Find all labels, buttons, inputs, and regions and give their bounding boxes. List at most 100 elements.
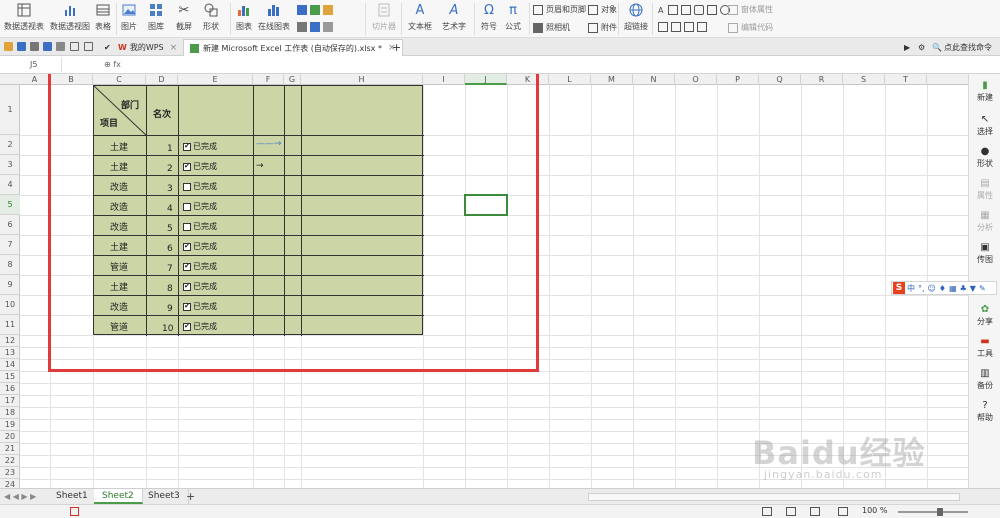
emoji-icon[interactable]: ☺ (928, 284, 936, 293)
row-header[interactable]: 2 (0, 135, 20, 155)
sidebar-item-share[interactable]: ✿ 分享 (969, 304, 1000, 327)
row-header[interactable]: 12 (0, 335, 20, 347)
print-icon[interactable] (30, 42, 39, 51)
column-header[interactable]: A (20, 74, 50, 85)
camera-button[interactable]: 照相机 (533, 22, 570, 33)
print-preview-icon[interactable] (43, 42, 52, 51)
open-icon[interactable] (4, 42, 13, 51)
shapes-button[interactable]: 形状 (203, 2, 219, 32)
macro-record-icon[interactable] (70, 507, 79, 516)
ime-lang-toggle[interactable]: 中 (907, 283, 915, 294)
sidebar-item-select[interactable]: ↖ 选择 (969, 114, 1000, 137)
row-header[interactable]: 21 (0, 443, 20, 455)
page-break-icon[interactable] (810, 507, 820, 516)
column-header[interactable]: T (885, 74, 927, 85)
sidebar-item-analyze[interactable]: ▦ 分析 (969, 210, 1000, 233)
row-header[interactable]: 5 (0, 195, 20, 215)
row-header[interactable]: 24 (0, 479, 20, 488)
form-controls-group[interactable]: A (658, 5, 733, 15)
sidebar-item-backup[interactable]: ▥ 备份 (969, 368, 1000, 391)
undo-icon[interactable] (70, 42, 79, 51)
sidebar-item-tools[interactable]: ▬ 工具 (969, 336, 1000, 359)
row-header[interactable]: 22 (0, 455, 20, 467)
row-header[interactable]: 18 (0, 407, 20, 419)
column-header[interactable]: Q (759, 74, 801, 85)
picture-button[interactable]: 图片 (121, 2, 137, 32)
voice-icon[interactable]: ♦ (939, 284, 946, 293)
horizontal-scrollbar[interactable] (588, 493, 960, 501)
gallery-button[interactable]: 图库 (148, 2, 164, 32)
column-header[interactable]: L (549, 74, 591, 85)
wrench-icon[interactable]: ✎ (979, 284, 986, 293)
row-header[interactable]: 20 (0, 431, 20, 443)
punctuation-icon[interactable]: °, (918, 284, 925, 293)
sheet-tab[interactable]: Sheet1 (48, 489, 97, 504)
tab-my-wps[interactable]: W 我的WPS × (112, 39, 183, 56)
normal-view-icon[interactable] (762, 507, 772, 516)
redo-icon[interactable] (84, 42, 93, 51)
function-icon[interactable]: ⊕ fx (104, 58, 144, 72)
name-box[interactable]: J5 (0, 58, 62, 72)
sidebar-item-shape[interactable]: ● 形状 (969, 146, 1000, 169)
search-help[interactable]: 🔍 点此查找命令 (926, 39, 998, 56)
header-footer-button[interactable]: 页眉和页脚 (533, 4, 586, 15)
pivot-chart-button[interactable]: 数据透视图 (50, 2, 90, 32)
textbox-button[interactable]: A 文本框 (408, 2, 432, 32)
ime-toolbar[interactable]: S 中 °, ☺ ♦ ▦ ♣ ▼ ✎ (891, 281, 997, 295)
skin-icon[interactable]: ♣ (960, 284, 967, 293)
sidebar-item-send[interactable]: ▣ 传图 (969, 242, 1000, 265)
chart-type-group-1[interactable] (297, 5, 336, 15)
page-layout-icon[interactable] (786, 507, 796, 516)
save-icon[interactable] (17, 42, 26, 51)
sheet-tab[interactable]: Sheet3 (140, 489, 189, 504)
row-header[interactable]: 6 (0, 215, 20, 235)
chart-type-group-2[interactable] (297, 22, 336, 32)
row-header[interactable]: 14 (0, 359, 20, 371)
shirt-icon[interactable]: ▼ (970, 284, 976, 293)
export-pdf-icon[interactable] (56, 42, 65, 51)
row-header[interactable]: 11 (0, 315, 20, 335)
row-header[interactable]: 13 (0, 347, 20, 359)
row-header[interactable]: 7 (0, 235, 20, 255)
attachment-button[interactable]: 附件 (588, 22, 617, 33)
row-header[interactable]: 1 (0, 85, 20, 135)
column-header[interactable]: M (591, 74, 633, 85)
reading-mode-icon[interactable] (838, 507, 848, 516)
spreadsheet-grid[interactable]: ABCDEFGHIJKLMNOPQRST 1 2 3 4 5 6 7 8 9 10 11 12 13 14… (0, 74, 968, 488)
symbol-button[interactable]: Ω 符号 (481, 2, 497, 32)
control-properties-button[interactable]: 窗体属性 (728, 4, 773, 15)
sheet-tab[interactable]: Sheet2 (94, 489, 143, 504)
column-header[interactable]: N (633, 74, 675, 85)
edit-code-button[interactable]: 编辑代码 (728, 22, 773, 33)
hyperlink-button[interactable]: 超链接 (624, 2, 648, 32)
sidebar-item-help[interactable]: ? 帮助 (969, 400, 1000, 423)
row-header[interactable]: 10 (0, 295, 20, 315)
pivot-table-button[interactable]: 数据透视表 (4, 2, 44, 32)
row-header[interactable]: 19 (0, 419, 20, 431)
column-header[interactable]: S (843, 74, 885, 85)
row-header[interactable]: 3 (0, 155, 20, 175)
row-header[interactable]: 9 (0, 275, 20, 295)
chart-button[interactable]: 图表 (236, 2, 252, 32)
formula-button[interactable]: π 公式 (505, 2, 521, 32)
new-tab-button[interactable]: + (386, 39, 407, 56)
tab-document[interactable]: 新建 Microsoft Excel 工作表 (自动保存的).xlsx * × (183, 39, 403, 56)
row-header[interactable]: 8 (0, 255, 20, 275)
row-header[interactable]: 16 (0, 383, 20, 395)
table-button[interactable]: 表格 (95, 2, 111, 32)
wordart-button[interactable]: A 艺术字 (442, 2, 466, 32)
column-header[interactable]: R (801, 74, 843, 85)
online-chart-button[interactable]: 在线图表 (258, 2, 290, 32)
sheet-nav-arrows[interactable]: ◀ ◀ ▶ ▶ (4, 492, 36, 501)
add-sheet-button[interactable]: + (186, 489, 195, 504)
sidebar-item-new[interactable]: ▮ 新建 (969, 80, 1000, 103)
row-header[interactable]: 17 (0, 395, 20, 407)
zoom-slider[interactable] (898, 511, 968, 513)
row-header[interactable]: 15 (0, 371, 20, 383)
sidebar-item-props[interactable]: ▤ 属性 (969, 178, 1000, 201)
column-header[interactable]: P (717, 74, 759, 85)
screenshot-button[interactable]: ✂ 截屏 (176, 2, 192, 32)
object-button[interactable]: 对象 (588, 4, 617, 15)
row-header[interactable]: 23 (0, 467, 20, 479)
close-icon[interactable]: × (170, 43, 178, 53)
